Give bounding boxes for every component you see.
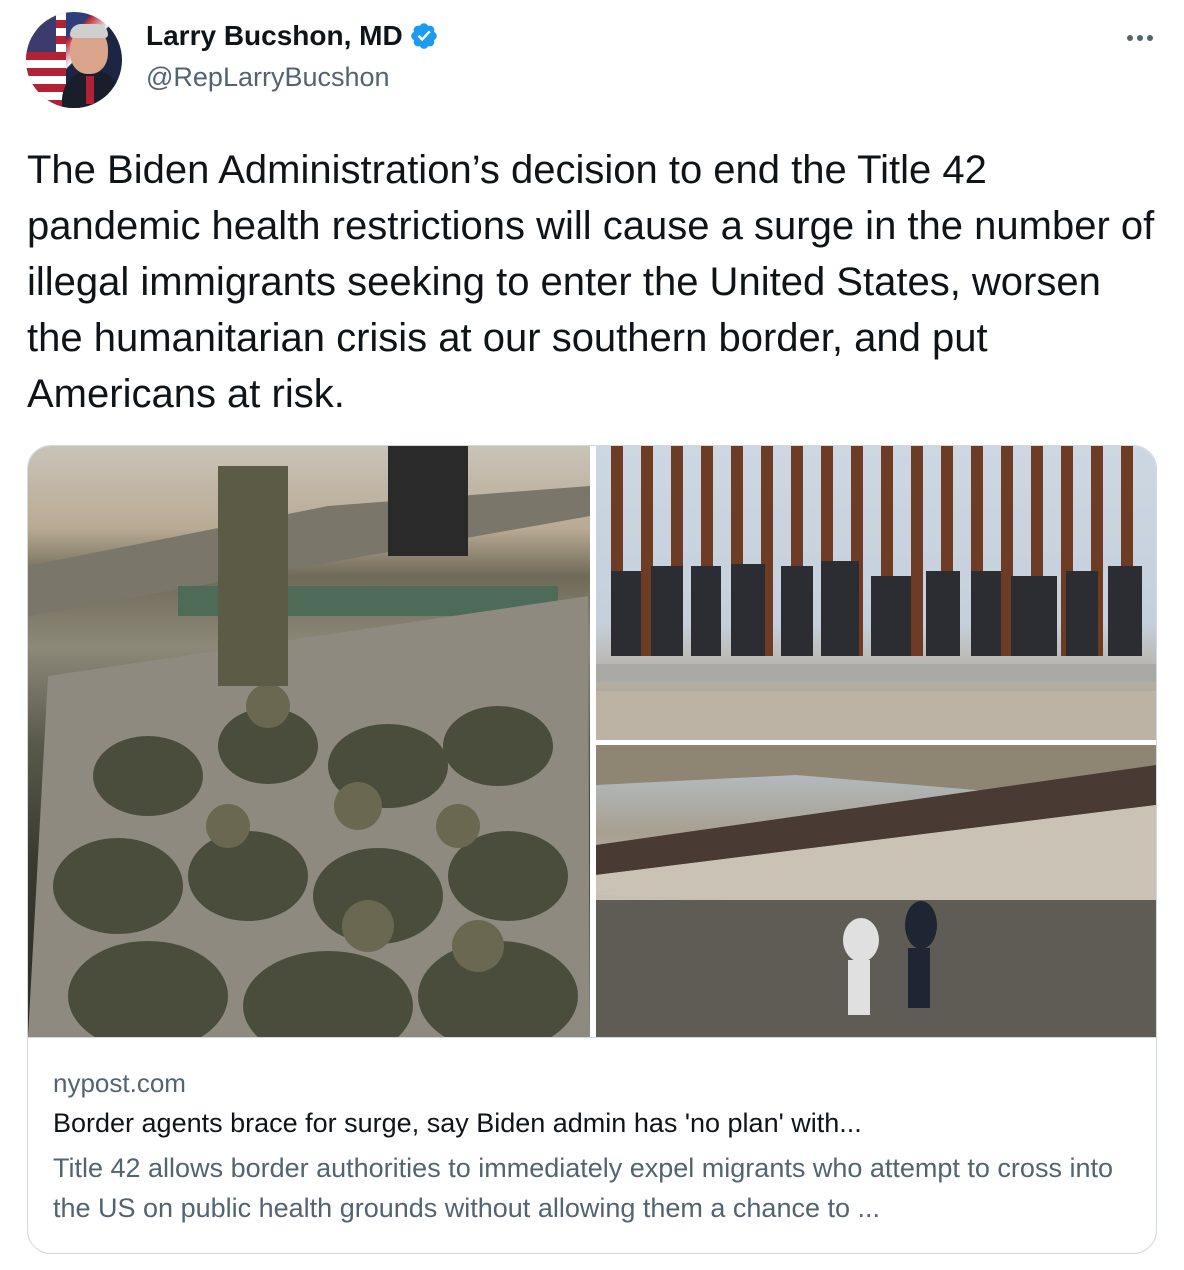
- verified-badge-icon: [410, 23, 437, 49]
- truck-photo-illustration: [28, 446, 590, 1037]
- author-display-name[interactable]: Larry Bucshon, MD: [146, 20, 439, 52]
- tweet-text: The Biden Administration’s decision to e…: [27, 148, 1155, 416]
- tie-graphic: [86, 76, 94, 104]
- avatar[interactable]: [26, 12, 122, 108]
- link-card[interactable]: nypost.com Border agents brace for surge…: [27, 445, 1157, 1254]
- river-crossing-illustration: [596, 745, 1156, 1037]
- river-water: [596, 900, 1156, 1037]
- border-wall-illustration: [596, 446, 1156, 740]
- card-domain: nypost.com: [53, 1068, 186, 1098]
- border-wall-photo: [596, 446, 1156, 740]
- author-handle[interactable]: @RepLarryBucshon: [146, 62, 390, 93]
- bridge-deck: [596, 691, 1156, 740]
- more-dot: [1127, 35, 1133, 41]
- author-name-text: Larry Bucshon, MD: [146, 20, 403, 51]
- flag-canton-graphic: [26, 12, 56, 52]
- card-media[interactable]: [28, 446, 1156, 1037]
- card-body[interactable]: nypost.com Border agents brace for surge…: [28, 1037, 1156, 1253]
- river-crossing-photo: [596, 745, 1156, 1037]
- card-description: Title 42 allows border authorities to im…: [53, 1153, 1113, 1223]
- card-title: Border agents brace for surge, say Biden…: [53, 1108, 862, 1138]
- standing-agent: [218, 466, 288, 686]
- more-horizontal-icon[interactable]: [1120, 20, 1160, 56]
- truck-photo: [28, 446, 590, 1037]
- guardrail: [596, 664, 1156, 682]
- more-dot: [1147, 35, 1153, 41]
- standing-officer: [388, 446, 468, 556]
- more-dot: [1137, 35, 1143, 41]
- hair-graphic: [70, 24, 108, 38]
